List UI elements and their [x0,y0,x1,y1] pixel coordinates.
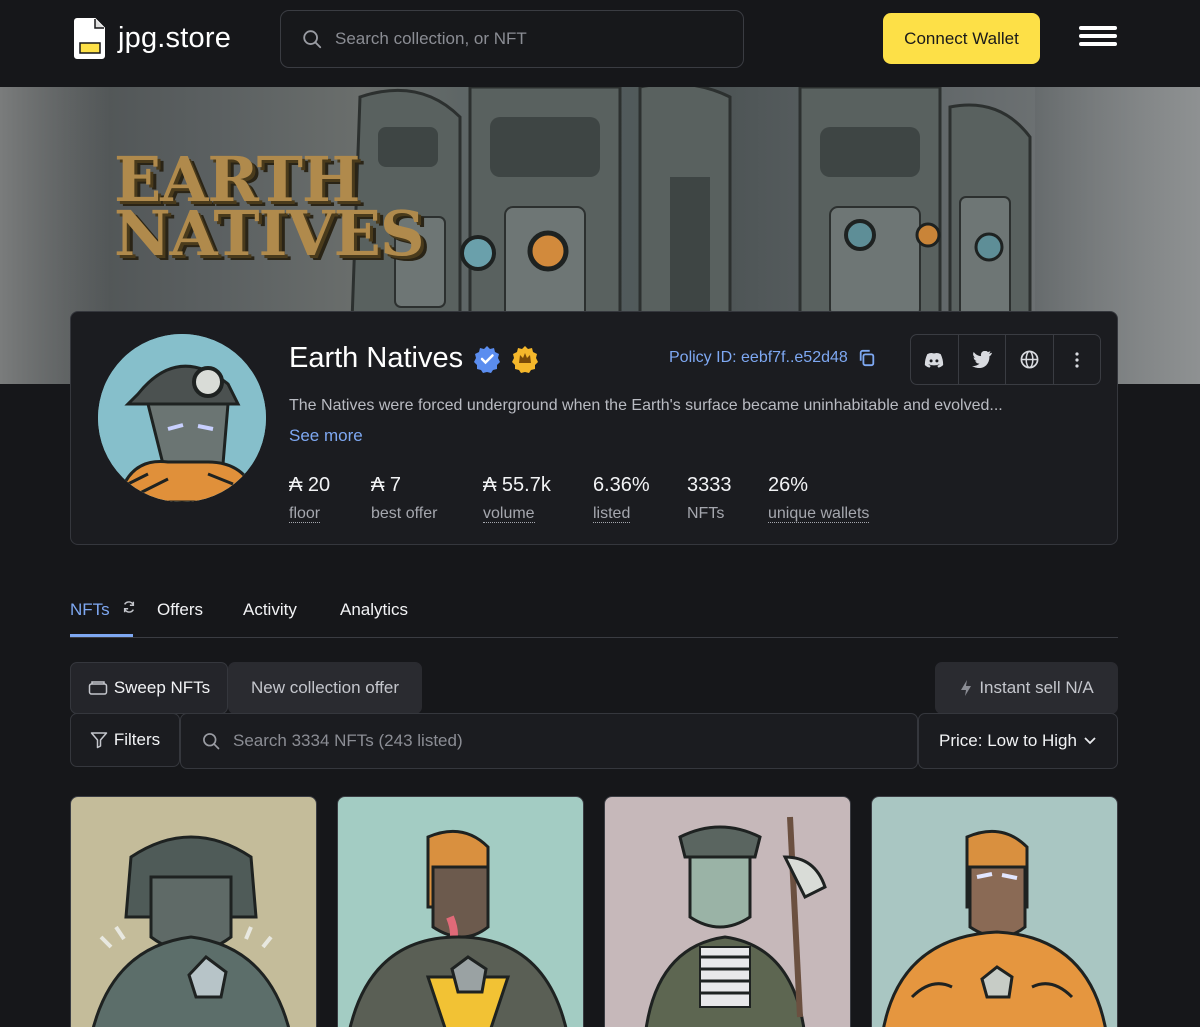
stat-value: 26% [768,474,809,496]
chevron-down-icon [1084,737,1096,745]
collection-tabs: NFTs Offers Activity Analytics [70,592,1118,638]
discord-link[interactable] [911,335,959,384]
stat-nfts: 3333 NFTs [687,474,732,523]
nft-image [882,829,1107,1027]
stat-value: ₳ 55.7k [483,474,551,496]
jpg-store-logo-icon [74,18,105,59]
stat-unique-wallets[interactable]: 26% unique wallets [768,474,870,523]
nft-card[interactable] [871,796,1118,1027]
tab-analytics[interactable]: Analytics [340,600,408,620]
tab-activity[interactable]: Activity [243,600,297,620]
top-nav: jpg.store Connect Wallet [0,0,1200,87]
stat-label: NFTs [687,505,725,522]
stat-value: ₳ 7 [371,474,402,496]
stat-label: listed [593,505,631,523]
search-icon [203,733,220,750]
nft-image [348,829,568,1027]
policy-id-text: Policy ID: eebf7f..e52d48 [669,349,848,366]
logo[interactable]: jpg.store [74,17,231,59]
tab-offers[interactable]: Offers [157,600,203,620]
sweep-nfts-button[interactable]: Sweep NFTs [70,662,228,714]
sort-selected-value: Price: Low to High [939,731,1077,750]
global-search-input[interactable] [335,29,715,49]
hamburger-menu-icon[interactable] [1079,26,1117,52]
sort-dropdown[interactable]: Price: Low to High [918,713,1118,769]
filter-icon [90,732,108,749]
nft-search-box[interactable] [180,713,918,769]
lightning-icon [961,680,972,696]
nft-image [644,816,827,1027]
collection-name: Earth Natives [289,342,464,374]
nft-search-input[interactable] [233,731,833,751]
nft-card[interactable] [337,796,584,1027]
crown-badge-icon [512,345,539,373]
stat-listed[interactable]: 6.36% listed [593,474,650,523]
more-icon [1075,351,1079,368]
globe-icon [1020,350,1039,369]
connect-wallet-button[interactable]: Connect Wallet [883,13,1040,64]
stat-label: volume [483,505,535,523]
stat-label: best offer [371,505,438,522]
see-more-link[interactable]: See more [289,426,363,446]
discord-icon [925,352,944,367]
stat-label: floor [289,505,321,523]
copy-icon[interactable] [858,349,876,367]
filters-button[interactable]: Filters [70,713,180,767]
stat-value: 6.36% [593,474,650,496]
sweep-icon [88,681,108,695]
collection-avatar [98,334,266,502]
nft-image [92,835,290,1027]
collection-description: The Natives were forced underground when… [289,397,1003,414]
tab-nfts[interactable]: NFTs [70,600,136,620]
stat-value: 3333 [687,474,732,496]
more-options-button[interactable] [1054,335,1101,384]
stat-floor[interactable]: ₳ 20 floor [289,474,330,523]
active-tab-indicator [70,634,133,637]
global-search-box[interactable] [280,10,744,68]
stat-label: unique wallets [768,505,870,523]
search-icon [303,30,322,49]
nft-card[interactable] [70,796,317,1027]
stat-value: ₳ 20 [289,474,331,496]
banner-title: EARTH NATIVES [114,143,425,270]
social-links [910,334,1101,385]
twitter-link[interactable] [959,335,1006,384]
refresh-icon[interactable] [122,600,136,614]
new-collection-offer-button[interactable]: New collection offer [228,662,422,714]
website-link[interactable] [1006,335,1054,384]
policy-id[interactable]: Policy ID: eebf7f..e52d48 [669,349,876,367]
instant-sell-button[interactable]: Instant sell N/A [935,662,1118,714]
stat-volume[interactable]: ₳ 55.7k volume [483,474,551,523]
collection-name-row: Earth Natives [289,342,539,375]
nft-card[interactable] [604,796,851,1027]
twitter-icon [971,351,992,368]
logo-text: jpg.store [118,21,232,54]
stat-best-offer: ₳ 7 best offer [371,474,437,523]
verified-badge-icon [474,345,501,373]
collection-profile-card: Earth Natives Policy ID: eebf7f..e52d48 [70,311,1118,545]
